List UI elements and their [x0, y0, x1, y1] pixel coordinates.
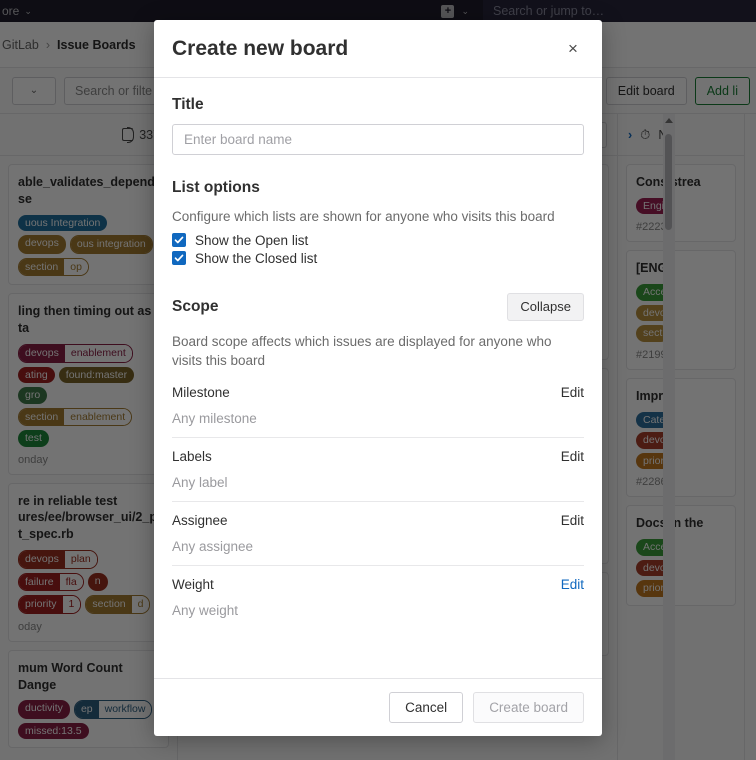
list-options-section: List options Configure which lists are s… [172, 179, 584, 266]
title-field-label: Title [172, 96, 584, 114]
show-closed-list-row[interactable]: Show the Closed list [172, 251, 584, 266]
create-board-button[interactable]: Create board [473, 692, 584, 723]
edit-assignee-button[interactable]: Edit [561, 513, 584, 528]
close-icon[interactable]: × [562, 38, 584, 60]
cancel-button[interactable]: Cancel [389, 692, 463, 723]
scope-rows: Milestone Edit Any milestone Labels Edit… [172, 385, 584, 629]
scope-row-top: Labels Edit [172, 449, 584, 464]
scope-row-top: Assignee Edit [172, 513, 584, 528]
show-open-list-label: Show the Open list [195, 233, 308, 248]
create-board-modal: Create new board × Title List options Co… [154, 20, 602, 736]
scope-row-labels: Labels Edit Any label [172, 449, 584, 502]
scope-label: Assignee [172, 513, 228, 528]
scope-row-weight: Weight Edit Any weight [172, 577, 584, 629]
modal-title: Create new board [172, 37, 562, 61]
edit-milestone-button[interactable]: Edit [561, 385, 584, 400]
scope-row-milestone: Milestone Edit Any milestone [172, 385, 584, 438]
scope-label: Milestone [172, 385, 230, 400]
scope-value: Any weight [172, 603, 584, 618]
modal-body: Title List options Configure which lists… [154, 78, 602, 678]
board-title-input[interactable] [172, 124, 584, 155]
modal-footer: Cancel Create board [154, 678, 602, 736]
scope-heading: Scope [172, 298, 219, 316]
edit-weight-button[interactable]: Edit [561, 577, 584, 592]
show-open-list-row[interactable]: Show the Open list [172, 233, 584, 248]
show-closed-list-label: Show the Closed list [195, 251, 317, 266]
scope-value: Any milestone [172, 411, 584, 426]
scope-value: Any assignee [172, 539, 584, 554]
scope-header: Scope Collapse [172, 292, 584, 322]
scope-label: Weight [172, 577, 214, 592]
modal-header: Create new board × [154, 20, 602, 78]
scope-section: Scope Collapse Board scope affects which… [172, 292, 584, 629]
scope-description: Board scope affects which issues are dis… [172, 332, 584, 371]
scope-label: Labels [172, 449, 212, 464]
list-options-heading: List options [172, 179, 584, 197]
scope-value: Any label [172, 475, 584, 490]
edit-labels-button[interactable]: Edit [561, 449, 584, 464]
scope-row-top: Weight Edit [172, 577, 584, 592]
list-options-description: Configure which lists are shown for anyo… [172, 207, 584, 227]
checkbox-checked-icon[interactable] [172, 233, 186, 247]
checkbox-checked-icon[interactable] [172, 251, 186, 265]
scope-row-assignee: Assignee Edit Any assignee [172, 513, 584, 566]
collapse-button[interactable]: Collapse [507, 293, 584, 321]
scope-row-top: Milestone Edit [172, 385, 584, 400]
screen: ore ⌄ + ⌄ Search or jump to… GitLab › Is… [0, 0, 756, 760]
